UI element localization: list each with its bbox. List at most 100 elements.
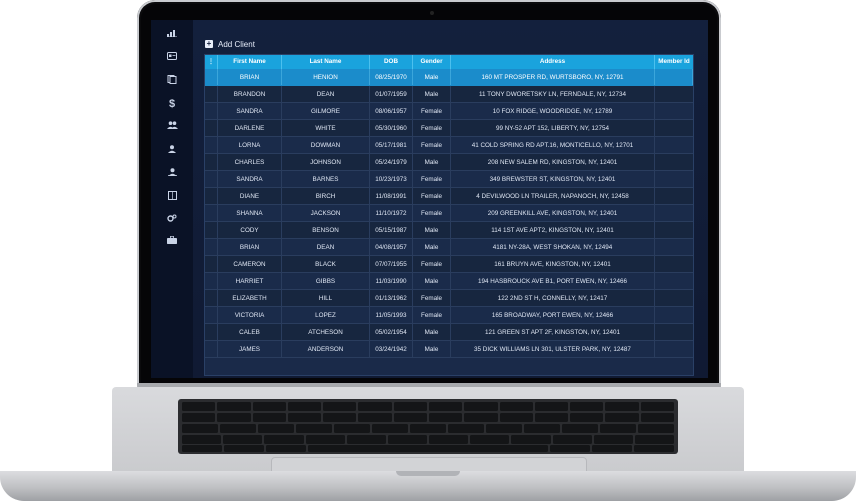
cell-member-id [655,188,693,204]
cell-dob: 05/17/1981 [370,137,413,153]
users-icon[interactable] [164,121,180,135]
table-row[interactable]: SANDRA GILMORE 08/06/1957 Female 10 FOX RIDG… [205,103,693,120]
table-header: ⋮ First Name Last Name DOB Gender Addres… [205,55,693,69]
cell-member-id [655,239,693,255]
column-header-last-name[interactable]: Last Name [282,55,370,69]
column-menu-handle[interactable]: ⋮ [205,55,218,69]
cell-gender: Female [413,256,451,272]
cell-member-id [655,103,693,119]
column-header-address[interactable]: Address [451,55,655,69]
column-header-member-id[interactable]: Member Id [655,55,693,69]
cell-gender: Female [413,120,451,136]
user-account-icon[interactable] [164,168,180,182]
table-row[interactable]: BRIAN DEAN 04/08/1957 Male 4181 NY-28A, WEST… [205,239,693,256]
book-icon[interactable] [164,191,180,205]
cell-first-name: DIANE [218,188,282,204]
briefcase-icon[interactable] [164,236,180,250]
table-row[interactable]: VICTORIA LOPEZ 11/05/1993 Female 165 BROADWA… [205,307,693,324]
table-row[interactable]: SANDRA BARNES 10/23/1973 Female 349 BREWSTER… [205,171,693,188]
cell-gender: Male [413,239,451,255]
row-spacer [205,324,218,340]
row-spacer [205,69,218,85]
user-icon[interactable] [164,145,180,159]
cell-address: 161 BRUYN AVE, KINGSTON, NY, 12401 [451,256,655,272]
cell-address: 209 GREENKILL AVE, KINGSTON, NY, 12401 [451,205,655,221]
cell-address: 35 DICK WILLIAMS LN 301, ULSTER PARK, NY… [451,341,655,357]
table-row[interactable]: BRANDON DEAN 01/07/1959 Male 11 TONY DWORETS… [205,86,693,103]
cell-first-name: BRANDON [218,86,282,102]
add-client-button[interactable]: + Add Client [205,37,255,51]
cell-first-name: DARLENE [218,120,282,136]
cell-first-name: LORNA [218,137,282,153]
cell-dob: 05/30/1960 [370,120,413,136]
cell-dob: 08/06/1957 [370,103,413,119]
cell-address: 121 GREEN ST APT 2F, KINGSTON, NY, 12401 [451,324,655,340]
cell-first-name: CHARLES [218,154,282,170]
table-row[interactable]: HARRIET GIBBS 11/03/1990 Male 194 HASBROUCK … [205,273,693,290]
id-card-icon[interactable] [164,52,180,66]
cell-gender: Male [413,273,451,289]
table-row[interactable]: BRIAN HENION 08/25/1970 Male 160 MT PROSPER … [205,69,693,86]
cell-last-name: DEAN [282,86,370,102]
column-header-first-name[interactable]: First Name [218,55,282,69]
cell-member-id [655,290,693,306]
cell-member-id [655,324,693,340]
table-row[interactable]: JAMES ANDERSON 03/24/1942 Male 35 DICK WILLI… [205,341,693,358]
cell-gender: Male [413,341,451,357]
table-row[interactable]: DARLENE WHITE 05/30/1960 Female 99 NY-52 APT… [205,120,693,137]
cell-dob: 08/25/1970 [370,69,413,85]
cell-gender: Male [413,86,451,102]
cell-first-name: BRIAN [218,239,282,255]
cell-gender: Female [413,307,451,323]
cell-member-id [655,154,693,170]
cell-gender: Male [413,154,451,170]
row-spacer [205,307,218,323]
column-header-dob[interactable]: DOB [370,55,413,69]
table-row[interactable]: LORNA DOWMAN 05/17/1981 Female 41 COLD SPRIN… [205,137,693,154]
cell-member-id [655,137,693,153]
table-row[interactable]: ELIZABETH HILL 01/13/1962 Female 122 2ND ST … [205,290,693,307]
cell-last-name: BIRCH [282,188,370,204]
cell-dob: 11/10/1972 [370,205,413,221]
cell-first-name: HARRIET [218,273,282,289]
cell-last-name: JACKSON [282,205,370,221]
column-header-gender[interactable]: Gender [413,55,451,69]
bar-chart-icon[interactable] [164,29,180,43]
cell-dob: 11/03/1990 [370,273,413,289]
settings-icon[interactable] [164,214,180,228]
sidebar: $ [151,20,193,378]
row-spacer [205,290,218,306]
cell-first-name: BRIAN [218,69,282,85]
cell-member-id [655,256,693,272]
table-row[interactable]: CALEB ATCHESON 05/02/1954 Male 121 GREEN ST … [205,324,693,341]
cell-last-name: ATCHESON [282,324,370,340]
table-row[interactable]: CHARLES JOHNSON 05/24/1979 Male 208 NEW SALE… [205,154,693,171]
cell-dob: 01/13/1962 [370,290,413,306]
row-spacer [205,103,218,119]
table-row[interactable]: SHANNA JACKSON 11/10/1972 Female 209 GREENKI… [205,205,693,222]
cell-first-name: CODY [218,222,282,238]
cell-gender: Female [413,171,451,187]
cell-dob: 05/15/1987 [370,222,413,238]
cell-dob: 01/07/1959 [370,86,413,102]
cell-dob: 05/02/1954 [370,324,413,340]
cell-gender: Female [413,103,451,119]
row-spacer [205,222,218,238]
table-row[interactable]: CAMERON BLACK 07/07/1955 Female 161 BRUYN AV… [205,256,693,273]
table-row[interactable]: DIANE BIRCH 11/08/1991 Female 4 DEVILWOOD LN… [205,188,693,205]
table-row[interactable]: CODY BENSON 05/15/1987 Male 114 1ST AVE APT2… [205,222,693,239]
cell-last-name: JOHNSON [282,154,370,170]
lid-notch [396,471,460,476]
dollar-icon[interactable]: $ [164,97,180,111]
row-spacer [205,171,218,187]
cell-first-name: SHANNA [218,205,282,221]
documents-icon[interactable] [164,75,180,89]
cell-address: 11 TONY DWORETSKY LN, FERNDALE, NY, 1273… [451,86,655,102]
cell-last-name: BARNES [282,171,370,187]
row-spacer [205,256,218,272]
cell-dob: 03/24/1942 [370,341,413,357]
row-spacer [205,273,218,289]
cell-member-id [655,69,693,85]
cell-gender: Female [413,188,451,204]
cell-address: 10 FOX RIDGE, WOODRIDGE, NY, 12789 [451,103,655,119]
